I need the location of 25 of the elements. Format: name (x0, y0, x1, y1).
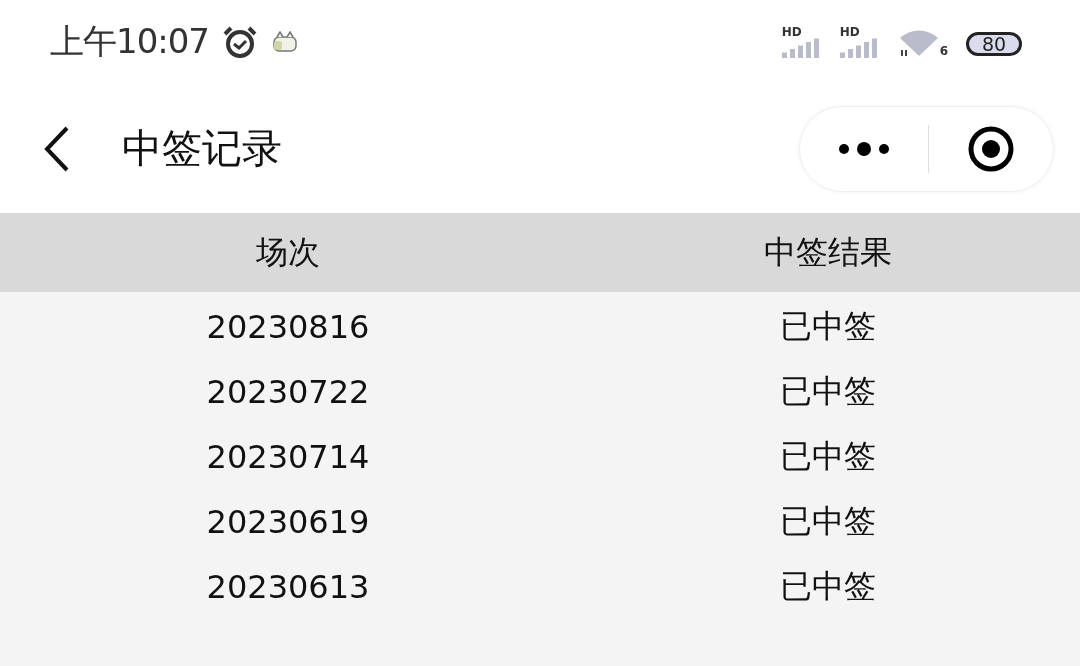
table-cell-text: 20230722 (205, 372, 371, 411)
column-header: 中签结果 (763, 231, 893, 273)
close-target-icon[interactable] (967, 124, 1015, 173)
table-cell-text: 20230619 (205, 502, 371, 541)
column-header: 场次 (255, 231, 321, 273)
cat-icon (271, 31, 299, 53)
table-cell-text: 20230816 (205, 307, 371, 346)
hd-label: HD (781, 26, 802, 38)
signal-icon (781, 38, 822, 58)
battery-indicator: 80 (966, 32, 1022, 56)
table-cell-text: 已中签 (779, 500, 877, 542)
wifi-label: 6 (939, 44, 948, 58)
more-icon[interactable] (838, 140, 890, 157)
table-cell-text: 20230613 (205, 567, 371, 606)
table-cell-text: 已中签 (779, 305, 877, 347)
page-title: 中签记录 (122, 124, 283, 173)
status-time: 上午10:07 (50, 20, 209, 63)
table-cell-text: 已中签 (779, 435, 877, 477)
back-icon[interactable] (44, 125, 70, 172)
table-cell-text: 已中签 (779, 370, 877, 412)
table-cell-text: 20230714 (205, 437, 371, 476)
signal-icon (839, 38, 880, 58)
table-cell-text: 已中签 (779, 565, 877, 607)
hd-label: HD (839, 26, 860, 38)
alarm-clock-icon (223, 26, 257, 58)
